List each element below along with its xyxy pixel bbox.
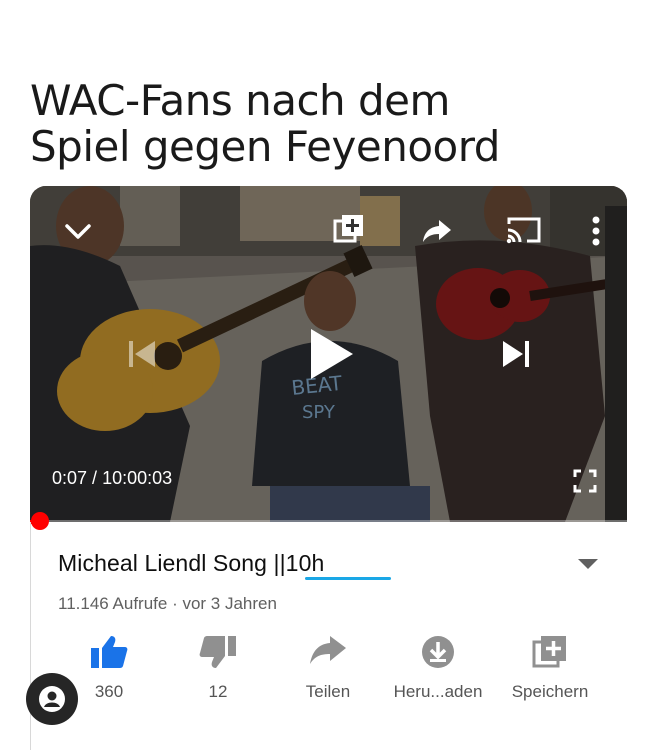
dislike-count: 12 [208, 682, 228, 701]
like-count: 360 [94, 682, 124, 701]
chevron-down-icon[interactable] [60, 218, 96, 246]
expand-description-icon[interactable] [576, 556, 600, 572]
fullscreen-icon[interactable] [570, 466, 600, 496]
add-to-playlist-icon [532, 636, 566, 668]
play-icon[interactable] [305, 324, 359, 384]
video-title[interactable]: Micheal Liendl Song ||10h [58, 550, 324, 577]
title-underline-annotation [305, 577, 391, 580]
cast-icon[interactable] [504, 214, 544, 246]
stats-separator: · [167, 594, 183, 613]
upload-age: vor 3 Jahren [182, 594, 277, 613]
video-player[interactable]: BEAT SPY 0:07 / 10:00:03 [30, 186, 627, 522]
current-time: 0:07 [52, 468, 88, 488]
previous-icon[interactable] [122, 336, 162, 372]
progress-scrubber[interactable] [31, 512, 49, 530]
download-icon [422, 636, 454, 668]
save-button[interactable]: Speichern [500, 634, 600, 702]
dislike-button[interactable]: 12 [185, 634, 251, 702]
duration: 10:00:03 [102, 468, 173, 488]
thumbs-down-icon [199, 636, 236, 668]
progress-bar[interactable] [30, 520, 627, 524]
add-to-queue-icon[interactable] [332, 212, 366, 246]
video-stats: 11.146 Aufrufe · vor 3 Jahren [58, 594, 277, 614]
view-count: 11.146 Aufrufe [58, 594, 168, 613]
meme-title: WAC-Fans nach dem Spiel gegen Feyenoord [30, 78, 630, 170]
meme-title-line-2: Spiel gegen Feyenoord [30, 122, 500, 171]
next-icon[interactable] [496, 336, 536, 372]
share-button[interactable]: Teilen [288, 634, 368, 702]
action-bar: 360 12 Teilen Heru...aden Speichern [30, 634, 627, 714]
time-separator: / [87, 468, 103, 488]
share-action-icon [310, 636, 346, 664]
like-button[interactable]: 360 [76, 634, 142, 702]
meme-title-line-1: WAC-Fans nach dem [30, 76, 450, 125]
download-button[interactable]: Heru...aden [388, 634, 488, 702]
account-icon [39, 686, 65, 712]
account-avatar[interactable] [26, 673, 78, 725]
share-label: Teilen [305, 682, 351, 701]
youtube-video-card: BEAT SPY 0:07 / 10:00:03 Micheal Liendl … [30, 186, 627, 750]
more-vert-icon[interactable] [586, 214, 606, 248]
download-label: Heru...aden [393, 682, 483, 701]
thumbs-up-icon [91, 636, 128, 668]
save-label: Speichern [511, 682, 589, 701]
time-display: 0:07 / 10:00:03 [52, 468, 172, 489]
share-icon[interactable] [420, 218, 454, 246]
